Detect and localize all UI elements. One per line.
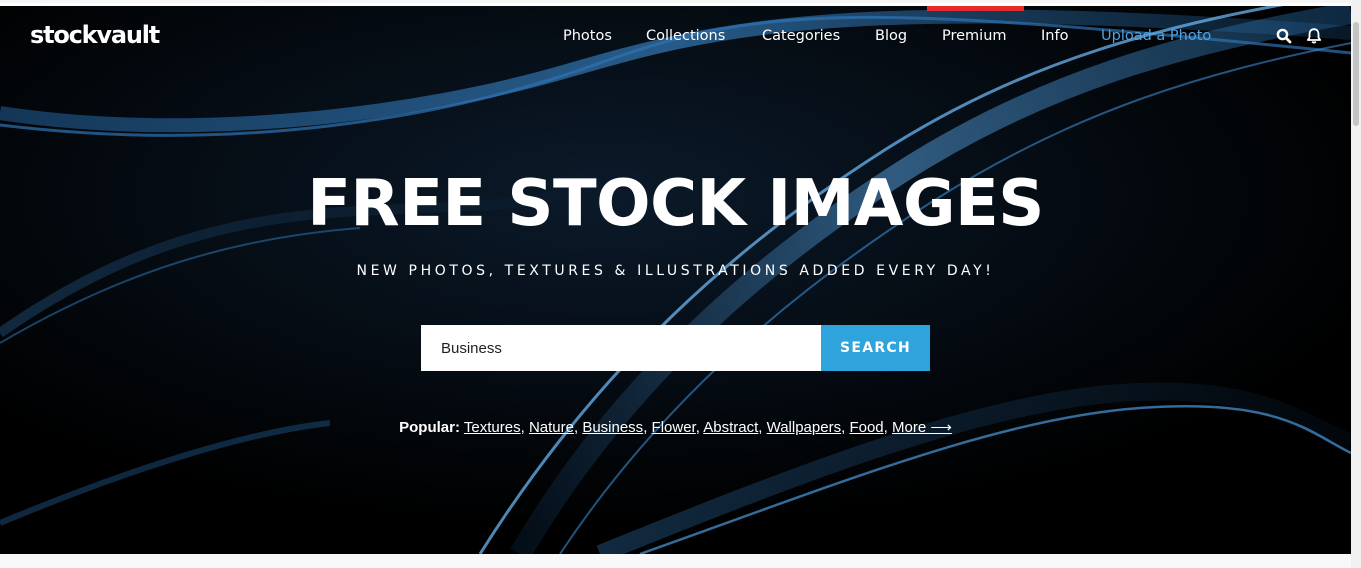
top-navigation: stockvault Photos Collections Categories… <box>0 3 1351 69</box>
popular-link-flower[interactable]: Flower <box>652 419 696 436</box>
nav-premium[interactable]: Premium <box>942 26 1007 46</box>
popular-link-nature[interactable]: Nature <box>529 419 574 436</box>
scrollbar[interactable] <box>1351 0 1361 568</box>
popular-link-wallpapers[interactable]: Wallpapers <box>767 419 841 436</box>
popular-link-business[interactable]: Business <box>582 419 643 436</box>
search-icon[interactable] <box>1275 27 1293 45</box>
nav-collections[interactable]: Collections <box>646 26 725 46</box>
popular-link-abstract[interactable]: Abstract <box>703 419 758 436</box>
hero-title: FREE STOCK IMAGES <box>307 167 1044 241</box>
search-input[interactable] <box>421 325 821 371</box>
popular-links: Popular: Textures, Nature, Business, Flo… <box>399 419 952 436</box>
premium-highlight-bar <box>927 6 1024 11</box>
popular-link-more[interactable]: More ⟶ <box>892 419 952 436</box>
nav-photos[interactable]: Photos <box>563 26 612 46</box>
stockvault-logo[interactable]: stockvault <box>30 20 160 50</box>
hero-subtitle: NEW PHOTOS, TEXTURES & ILLUSTRATIONS ADD… <box>356 263 995 279</box>
page: stockvault Photos Collections Categories… <box>0 0 1361 568</box>
nav-info[interactable]: Info <box>1041 26 1068 46</box>
search-button[interactable]: SEARCH <box>821 325 930 371</box>
hero-section: stockvault Photos Collections Categories… <box>0 3 1351 554</box>
page-below-hero <box>0 554 1351 568</box>
nav-blog[interactable]: Blog <box>875 26 907 46</box>
bell-icon[interactable] <box>1305 27 1323 45</box>
popular-link-textures[interactable]: Textures <box>464 419 521 436</box>
nav-upload-photo[interactable]: Upload a Photo <box>1101 26 1211 46</box>
popular-link-food[interactable]: Food <box>849 419 883 436</box>
nav-categories[interactable]: Categories <box>762 26 840 46</box>
popular-label: Popular: <box>399 419 460 436</box>
scrollbar-thumb[interactable] <box>1353 22 1359 126</box>
